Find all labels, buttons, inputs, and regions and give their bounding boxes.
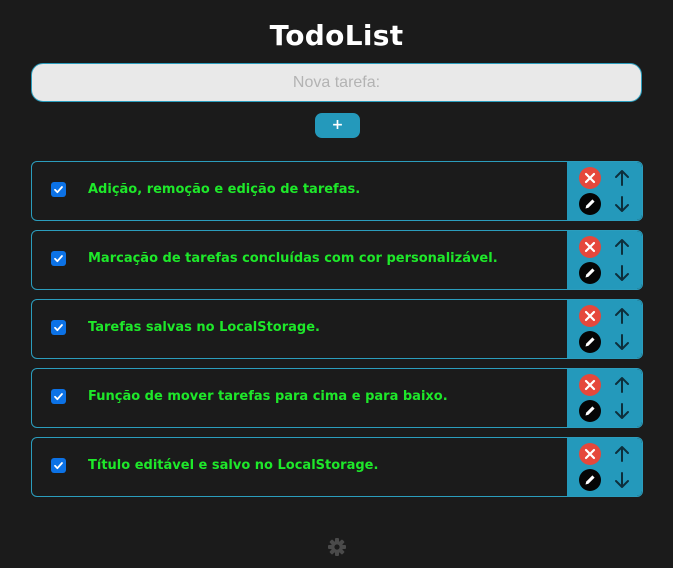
page-title[interactable]: TodoList [0,18,673,54]
arrow-up-icon [615,446,629,462]
move-up-button[interactable] [611,374,633,396]
check-icon [54,255,63,263]
task-actions [567,162,642,220]
task-checkbox[interactable] [51,320,66,335]
task-text: Marcação de tarefas concluídas com cor p… [88,251,498,266]
arrow-down-icon [615,403,629,419]
remove-task-button[interactable] [579,374,601,396]
arrow-up-icon [615,239,629,255]
arrow-down-icon [615,472,629,488]
remove-task-button[interactable] [579,305,601,327]
task-item: Marcação de tarefas concluídas com cor p… [31,230,643,290]
task-item: Função de mover tarefas para cima e para… [31,368,643,428]
edit-task-button[interactable] [579,262,601,284]
move-down-button[interactable] [611,400,633,422]
close-icon [579,236,601,258]
check-icon [54,393,63,401]
task-text: Título editável e salvo no LocalStorage. [88,458,379,473]
close-icon [579,305,601,327]
pencil-icon [579,331,601,353]
task-item: Tarefas salvas no LocalStorage. [31,299,643,359]
arrow-down-icon [615,334,629,350]
arrow-down-icon [615,196,629,212]
task-actions [567,369,642,427]
edit-task-button[interactable] [579,193,601,215]
close-icon [579,167,601,189]
new-task-input[interactable] [31,63,642,102]
arrow-up-icon [615,377,629,393]
edit-task-button[interactable] [579,469,601,491]
close-icon [579,374,601,396]
move-up-button[interactable] [611,443,633,465]
task-checkbox[interactable] [51,182,66,197]
task-checkbox[interactable] [51,389,66,404]
task-checkbox[interactable] [51,458,66,473]
move-up-button[interactable] [611,167,633,189]
todo-app: TodoList + Adição, remoção e edição de t… [0,0,673,568]
task-text: Adição, remoção e edição de tarefas. [88,182,361,197]
move-down-button[interactable] [611,193,633,215]
close-icon [579,443,601,465]
settings-button[interactable] [327,537,347,557]
edit-task-button[interactable] [579,400,601,422]
move-down-button[interactable] [611,262,633,284]
edit-task-button[interactable] [579,331,601,353]
pencil-icon [579,193,601,215]
move-up-button[interactable] [611,305,633,327]
remove-task-button[interactable] [579,443,601,465]
pencil-icon [579,400,601,422]
task-checkbox[interactable] [51,251,66,266]
arrow-up-icon [615,308,629,324]
task-item: Adição, remoção e edição de tarefas. [31,161,643,221]
task-actions [567,300,642,358]
remove-task-button[interactable] [579,236,601,258]
task-text: Função de mover tarefas para cima e para… [88,389,448,404]
task-text: Tarefas salvas no LocalStorage. [88,320,320,335]
task-actions [567,438,642,496]
check-icon [54,462,63,470]
move-down-button[interactable] [611,469,633,491]
remove-task-button[interactable] [579,167,601,189]
move-up-button[interactable] [611,236,633,258]
task-item: Título editável e salvo no LocalStorage. [31,437,643,497]
check-icon [54,186,63,194]
task-list: Adição, remoção e edição de tarefas. Mar… [31,161,643,506]
pencil-icon [579,469,601,491]
arrow-down-icon [615,265,629,281]
gear-icon [328,538,346,556]
check-icon [54,324,63,332]
task-actions [567,231,642,289]
arrow-up-icon [615,170,629,186]
pencil-icon [579,262,601,284]
move-down-button[interactable] [611,331,633,353]
add-task-button[interactable]: + [315,113,360,138]
